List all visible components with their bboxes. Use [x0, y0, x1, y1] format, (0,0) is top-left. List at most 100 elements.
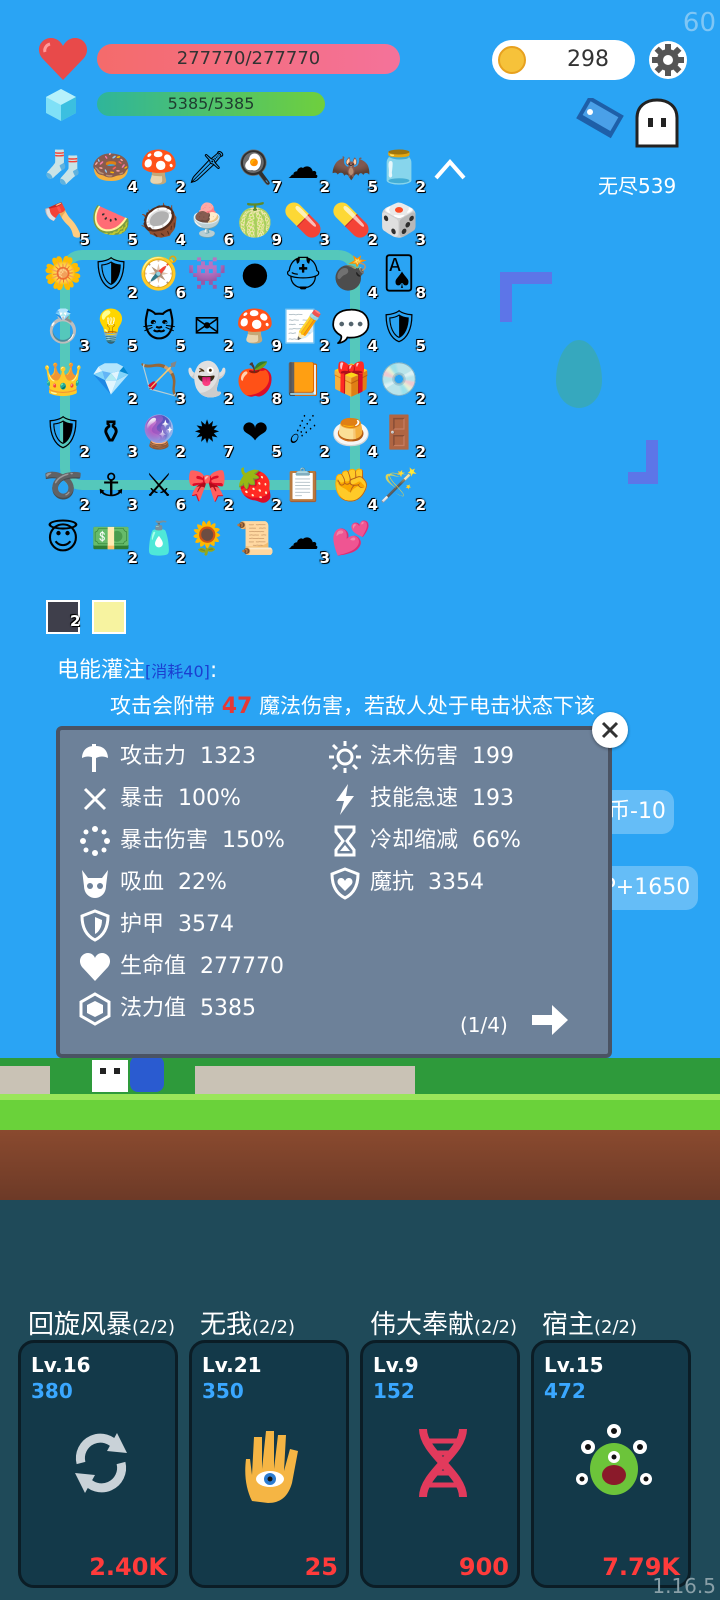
- item-slot[interactable]: 🔮 2: [136, 411, 186, 461]
- item-slot[interactable]: 🎁 2: [328, 358, 378, 408]
- item-slot[interactable]: 💡 5: [88, 305, 138, 355]
- item-slot[interactable]: 🍈 9: [232, 199, 282, 249]
- item-slot[interactable]: 🍄 9: [232, 305, 282, 355]
- item-slot[interactable]: 💣 4: [328, 252, 378, 302]
- item-slot[interactable]: 👾 5: [184, 252, 234, 302]
- stat-label: 魔抗: [370, 870, 415, 895]
- item-slot[interactable]: 💍 3: [40, 305, 90, 355]
- item-slot[interactable]: 👑: [40, 358, 86, 404]
- item-slot[interactable]: 🂡 8: [376, 252, 426, 302]
- stat-value: 3574: [178, 912, 235, 937]
- axe-icon: [82, 744, 108, 772]
- item-slot[interactable]: ⚓ 3: [88, 464, 138, 514]
- hp-bar: 277770/277770: [97, 44, 400, 74]
- item-slot[interactable]: 🦇 5: [328, 146, 378, 196]
- item-slot[interactable]: 🌼: [40, 252, 86, 298]
- item-slot[interactable]: 👻 2: [184, 358, 234, 408]
- item-slot[interactable]: 🗡: [184, 146, 230, 192]
- item-slot[interactable]: 📙 5: [280, 358, 330, 408]
- item-slot[interactable]: 💵 2: [88, 517, 138, 567]
- stat-row: 吸血 22%: [78, 866, 227, 900]
- map-bracket-bottom: [628, 440, 658, 484]
- game-screen: 60 277770/277770 5385/5385 298 无尽539 🧦 🍩…: [0, 0, 720, 1600]
- skill-card-cost: 380: [31, 1379, 73, 1403]
- item-slot[interactable]: 🍎 8: [232, 358, 282, 408]
- crit-icon: [83, 787, 107, 811]
- item-slot[interactable]: ⛑: [280, 252, 326, 298]
- item-slot[interactable]: 🫙 2: [376, 146, 426, 196]
- item-slot[interactable]: 🍮 4: [328, 411, 378, 461]
- sunflower-icon: 🌻: [187, 519, 227, 557]
- close-icon[interactable]: [592, 712, 628, 748]
- item-slot[interactable]: 🍄 2: [136, 146, 186, 196]
- gear-icon[interactable]: [648, 40, 688, 80]
- fps-counter: 60: [682, 8, 716, 38]
- item-slot[interactable]: 🎲 3: [376, 199, 426, 249]
- item-slot[interactable]: 🍉 5: [88, 199, 138, 249]
- item-slot[interactable]: 📝 2: [280, 305, 330, 355]
- item-slot[interactable]: 💎 2: [88, 358, 138, 408]
- item-slot[interactable]: 🎀 2: [184, 464, 234, 514]
- stat-value: 66%: [472, 828, 521, 853]
- speech-bubble-icon: 💬: [331, 307, 371, 345]
- item-slot[interactable]: 💊 3: [280, 199, 330, 249]
- item-slot[interactable]: 🐱 5: [136, 305, 186, 355]
- item-slot[interactable]: ⚔ 6: [136, 464, 186, 514]
- stat-value: 150%: [222, 828, 285, 853]
- item-slot[interactable]: ☄ 2: [280, 411, 330, 461]
- item-slot[interactable]: ✹ 7: [184, 411, 234, 461]
- skill-card-name: 无我: [200, 1310, 253, 1340]
- skill-card[interactable]: Lv.9 152 900: [360, 1340, 520, 1588]
- watermelon-icon: 🍉: [91, 201, 131, 239]
- item-slot[interactable]: ➰ 2: [40, 464, 90, 514]
- item-slot[interactable]: 🪄 2: [376, 464, 426, 514]
- item-slot[interactable]: ☁ 2: [280, 146, 330, 196]
- skill-card[interactable]: Lv.21 350 25: [189, 1340, 349, 1588]
- eye-monster-icon: [576, 1424, 652, 1495]
- item-slot[interactable]: 📋: [280, 464, 326, 510]
- item-slot[interactable]: 🍨 6: [184, 199, 234, 249]
- item-slot[interactable]: ✉ 2: [184, 305, 234, 355]
- item-slot[interactable]: 🌻: [184, 517, 230, 563]
- item-slot[interactable]: 🍳 7: [232, 146, 282, 196]
- skill-card-title: 无我(2/2): [200, 1304, 295, 1341]
- item-slot[interactable]: 🏹 3: [136, 358, 186, 408]
- skill-card[interactable]: Lv.16 380 2.40K: [18, 1340, 178, 1588]
- item-slot[interactable]: 🚪 2: [376, 411, 426, 461]
- item-count: 2: [415, 178, 426, 196]
- item-slot[interactable]: 💊 2: [328, 199, 378, 249]
- skill-card[interactable]: Lv.15 472 7.79K: [531, 1340, 691, 1588]
- item-slot[interactable]: 😇: [40, 517, 86, 563]
- next-arrow-icon[interactable]: [530, 1002, 570, 1038]
- item-slot[interactable]: 🥥 4: [136, 199, 186, 249]
- ice-cream-icon: 🍨: [187, 201, 227, 239]
- special-item-glow[interactable]: [92, 600, 126, 634]
- item-slot[interactable]: 🧦: [40, 146, 86, 192]
- coconut-icon: 🥥: [139, 201, 179, 239]
- item-slot[interactable]: 🛡 2: [88, 252, 138, 302]
- item-slot[interactable]: 🧭 6: [136, 252, 186, 302]
- fish-icon[interactable]: [574, 98, 630, 144]
- crit-damage-icon: [80, 826, 110, 856]
- item-slot[interactable]: 🛡 2: [40, 411, 90, 461]
- skill-description-title: 电能灌注[消耗40]:: [57, 652, 217, 684]
- stat-value: 3354: [428, 870, 485, 895]
- item-slot[interactable]: ●: [232, 252, 278, 298]
- spirit-icon: 👻: [187, 360, 227, 398]
- item-slot[interactable]: 💕: [328, 517, 374, 563]
- item-slot[interactable]: 🧴 2: [136, 517, 186, 567]
- heart-icon: [38, 38, 88, 80]
- item-slot[interactable]: 🍓 2: [232, 464, 282, 514]
- item-slot[interactable]: 📜: [232, 517, 278, 563]
- item-slot[interactable]: ❤ 5: [232, 411, 282, 461]
- item-slot[interactable]: 💿 2: [376, 358, 426, 408]
- item-slot[interactable]: ✊ 4: [328, 464, 378, 514]
- item-slot[interactable]: 🛡 5: [376, 305, 426, 355]
- item-slot[interactable]: 🍩 4: [88, 146, 138, 196]
- collapse-chevron-icon[interactable]: [432, 154, 468, 184]
- item-slot[interactable]: 💬 4: [328, 305, 378, 355]
- item-slot[interactable]: 🪓 5: [40, 199, 90, 249]
- item-slot[interactable]: ☁ 3: [280, 517, 330, 567]
- item-slot[interactable]: ⚱ 3: [88, 411, 138, 461]
- ghost-icon[interactable]: [632, 98, 682, 148]
